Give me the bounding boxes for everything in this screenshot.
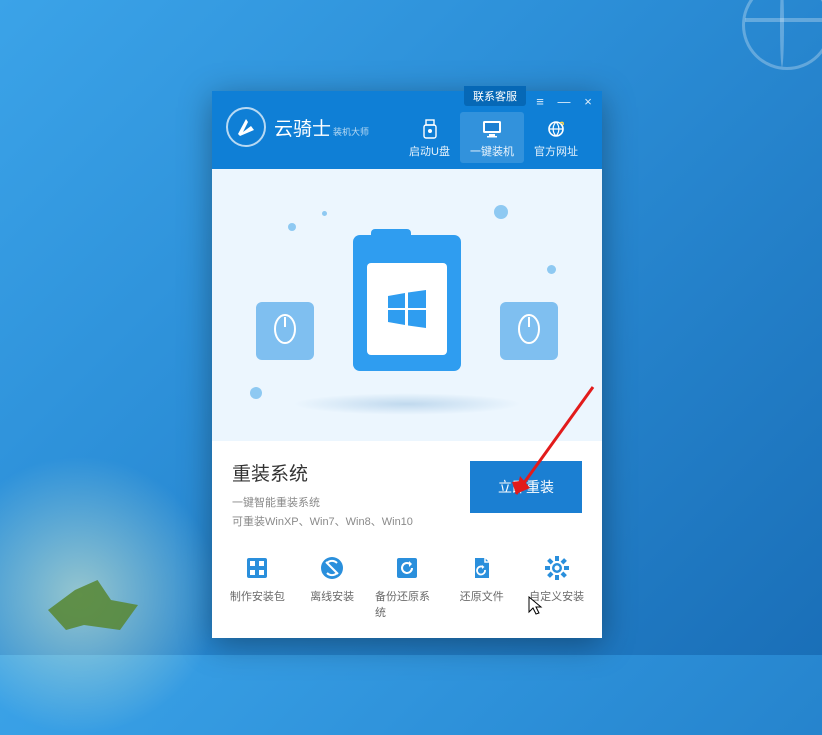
hero-illustration bbox=[212, 169, 602, 441]
shadow-ellipse bbox=[292, 393, 522, 415]
close-button[interactable]: × bbox=[580, 94, 596, 109]
tool-label: 制作安装包 bbox=[230, 588, 285, 604]
tool-make-package[interactable]: 制作安装包 bbox=[225, 553, 289, 620]
offline-icon bbox=[317, 553, 347, 583]
logo-icon bbox=[226, 107, 266, 147]
decorative-dot bbox=[547, 265, 556, 274]
brand-name: 云骑士 bbox=[274, 119, 331, 140]
monitor-icon bbox=[481, 118, 503, 140]
center-device-icon bbox=[353, 235, 461, 371]
background-flare bbox=[0, 455, 220, 735]
tool-backup-restore-system[interactable]: 备份还原系统 bbox=[375, 553, 439, 620]
tab-label: 启动U盘 bbox=[409, 143, 450, 159]
tool-label: 自定义安装 bbox=[529, 588, 584, 604]
device-left-icon bbox=[256, 302, 314, 360]
action-supported-os: 可重装WinXP、Win7、Win8、Win10 bbox=[232, 513, 454, 529]
tab-one-click-install[interactable]: 一键装机 bbox=[460, 112, 524, 163]
tool-custom-install[interactable]: 自定义安装 bbox=[525, 553, 589, 620]
tool-label: 备份还原系统 bbox=[375, 588, 439, 620]
restore-file-icon bbox=[467, 553, 497, 583]
bottom-toolbar: 制作安装包 离线安装 备份还原系统 还原文件 自定义安装 bbox=[212, 543, 602, 638]
tab-label: 官方网址 bbox=[534, 143, 578, 159]
action-text: 重装系统 一键智能重装系统 可重装WinXP、Win7、Win8、Win10 bbox=[232, 459, 454, 529]
decorative-dot bbox=[250, 387, 262, 399]
logo-area: 云骑士装机大师 bbox=[226, 107, 369, 147]
tool-restore-files[interactable]: 还原文件 bbox=[450, 553, 514, 620]
background-globe-icon bbox=[742, 0, 822, 70]
windows-logo-icon bbox=[382, 284, 432, 334]
brand-suffix: 装机大师 bbox=[333, 127, 369, 137]
decorative-dot bbox=[322, 211, 327, 216]
decorative-dot bbox=[494, 205, 508, 219]
title-bar: 联系客服 ≡ — × 云骑士装机大师 启动U盘 bbox=[212, 91, 602, 169]
tab-official-site[interactable]: 官方网址 bbox=[524, 112, 588, 163]
tool-offline-install[interactable]: 离线安装 bbox=[300, 553, 364, 620]
action-section: 重装系统 一键智能重装系统 可重装WinXP、Win7、Win8、Win10 立… bbox=[212, 441, 602, 543]
top-tabs: 启动U盘 一键装机 官方网址 bbox=[399, 112, 588, 163]
contact-support-button[interactable]: 联系客服 bbox=[464, 86, 526, 106]
reinstall-now-button[interactable]: 立即重装 bbox=[470, 461, 582, 513]
decorative-dot bbox=[288, 223, 296, 231]
action-title: 重装系统 bbox=[232, 459, 454, 486]
tab-label: 一键装机 bbox=[470, 143, 514, 159]
app-window: 联系客服 ≡ — × 云骑士装机大师 启动U盘 bbox=[212, 91, 602, 638]
globe-ie-icon bbox=[545, 118, 567, 140]
window-controls: ≡ — × bbox=[532, 94, 596, 109]
gear-icon bbox=[542, 553, 572, 583]
tab-boot-usb[interactable]: 启动U盘 bbox=[399, 112, 460, 163]
usb-icon bbox=[419, 118, 441, 140]
tool-label: 还原文件 bbox=[460, 588, 504, 604]
menu-button[interactable]: ≡ bbox=[532, 94, 548, 109]
grid-icon bbox=[242, 553, 272, 583]
minimize-button[interactable]: — bbox=[556, 94, 572, 109]
restore-system-icon bbox=[392, 553, 422, 583]
action-subtitle: 一键智能重装系统 bbox=[232, 494, 454, 510]
tool-label: 离线安装 bbox=[310, 588, 354, 604]
device-right-icon bbox=[500, 302, 558, 360]
